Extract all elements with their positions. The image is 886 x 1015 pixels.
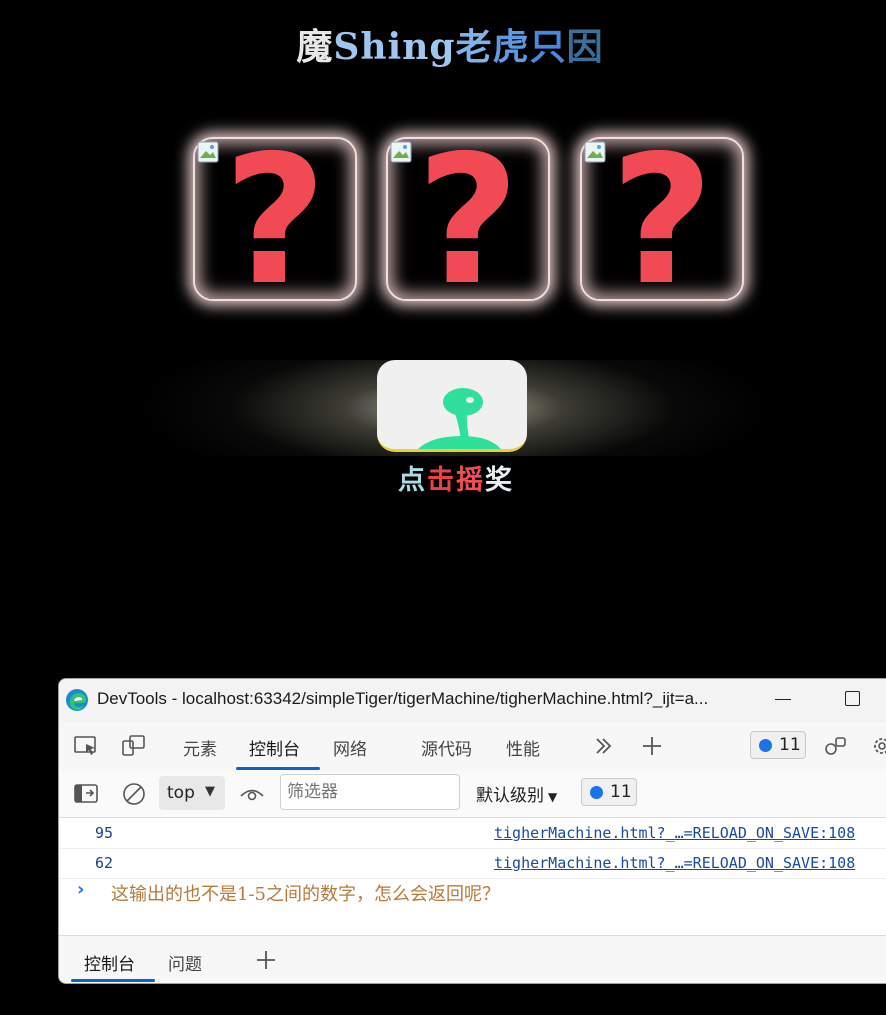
message-icon [590,786,603,799]
page-title: 魔Shing老虎只因 [0,18,886,70]
devtools-titlebar[interactable]: DevTools - localhost:63342/simpleTiger/t… [59,679,886,721]
log-level-value: 默认级别 [476,786,544,806]
devtools-window-title: DevTools - localhost:63342/simpleTiger/t… [97,689,709,708]
add-drawer-tab-icon[interactable] [253,949,279,971]
log-value: 95 [95,824,114,842]
drawer-tab-issues[interactable]: 问题 [168,950,202,975]
slot-symbol: ? [416,117,520,324]
messages-count: 11 [610,782,632,802]
tab-network[interactable]: 网络 [333,735,367,760]
tab-elements[interactable]: 元素 [183,735,217,760]
edge-logo-icon [66,689,88,711]
device-emulation-icon[interactable] [121,735,147,757]
console-toolbar: top ▼ 默认级别 ▼ 11 [59,771,886,818]
title-char: Shing [333,26,456,68]
console-filter-input[interactable] [280,774,460,810]
console-log-row: 62 tigherMachine.html?_…=RELOAD_ON_SAVE:… [59,848,886,879]
console-log-row: 95 tigherMachine.html?_…=RELOAD_ON_SAVE:… [59,818,886,849]
sidebar-toggle-icon[interactable] [73,783,99,805]
live-expression-eye-icon[interactable] [239,783,265,805]
maximize-button[interactable] [845,691,860,706]
clear-console-icon[interactable] [121,783,147,805]
devtools-drawer-tabbar: 控制台 问题 [59,935,886,983]
lever-label-char: 点 [398,465,427,496]
settings-gear-icon[interactable] [869,735,886,757]
console-messages-badge[interactable]: 11 [581,778,637,806]
lever-button[interactable] [377,360,527,452]
title-char: 只 [529,26,567,68]
log-source-link[interactable]: tigherMachine.html?_…=RELOAD_ON_SAVE:108 [494,824,855,842]
context-select[interactable]: top ▼ [159,776,225,810]
title-char: 老 [455,26,493,68]
customize-icon[interactable] [823,735,849,757]
slot-1: ? [193,121,357,321]
issues-count: 11 [779,735,801,755]
slot-3: ? [580,121,744,321]
message-icon [759,739,772,752]
log-source-link[interactable]: tigherMachine.html?_…=RELOAD_ON_SAVE:108 [494,854,855,872]
more-tabs-icon[interactable] [591,735,617,757]
chevron-down-icon: ▼ [205,784,215,799]
lever-label-char: 摇 [456,465,485,496]
tab-sources[interactable]: 源代码 [421,735,472,760]
chevron-down-icon: ▼ [548,790,558,804]
drawer-active-indicator [71,979,155,982]
minimize-button[interactable] [775,699,791,700]
slot-symbol: ? [223,117,327,324]
tab-console[interactable]: 控制台 [249,735,300,760]
prompt-chevron-icon: › [77,879,85,900]
context-value: top [167,783,195,803]
issues-badge[interactable]: 11 [750,731,806,759]
title-char: 因 [566,26,604,68]
network-throttle-icon [373,735,399,757]
active-tab-indicator [236,767,320,770]
lever-label-char: 击 [427,465,456,496]
devtools-window: DevTools - localhost:63342/simpleTiger/t… [58,678,886,984]
lever-label-char: 奖 [485,465,514,496]
console-prompt[interactable]: › 这输出的也不是1-5之间的数字，怎么会返回呢？ [59,877,886,907]
joystick-icon [418,388,501,449]
log-level-select[interactable]: 默认级别 ▼ [476,781,557,806]
lever-label: 点击摇奖 [386,458,526,497]
title-char: 虎 [492,26,530,68]
console-input-text[interactable]: 这输出的也不是1-5之间的数字，怎么会返回呢？ [111,880,500,906]
inspect-element-icon[interactable] [73,735,99,757]
slot-2: ? [386,121,550,321]
add-tab-icon[interactable] [639,735,665,757]
devtools-tabbar: 元素 控制台 网络 源代码 性能 11 [59,721,886,772]
title-char: 魔 [296,26,334,68]
log-value: 62 [95,854,114,872]
drawer-tab-console[interactable]: 控制台 [84,950,135,975]
slot-symbol: ? [610,117,714,324]
tab-performance[interactable]: 性能 [506,735,540,760]
